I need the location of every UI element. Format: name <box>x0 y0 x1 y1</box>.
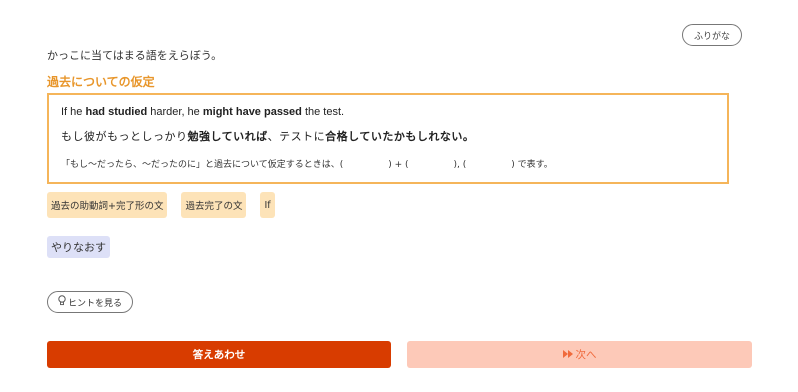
example-japanese-bold: 勉強していれば <box>187 130 268 143</box>
next-button-label: 次へ <box>575 349 597 361</box>
grammar-note: 「もし～だったら、～だったのに」と過去について仮定するときは、( ) + ( )… <box>61 160 553 170</box>
hint-button-label: ヒントを見る <box>67 298 122 309</box>
example-box: If he had studied harder, he might have … <box>47 93 729 184</box>
choice-list: 過去の助動詞+完了形の文 過去完了の文 If <box>47 192 275 218</box>
choice-chip[interactable]: 過去の助動詞+完了形の文 <box>47 192 168 218</box>
example-english: If he had studied harder, he might have … <box>61 106 344 118</box>
instruction-text: かっこに当てはまる語をえらぼう。 <box>47 49 223 62</box>
lightbulb-icon <box>58 295 66 309</box>
example-japanese-part: もし彼がもっとしっかり <box>61 130 188 143</box>
furigana-toggle-button[interactable]: ふりがな <box>682 24 742 46</box>
choice-chip[interactable]: If <box>260 192 275 218</box>
choice-chip[interactable]: 過去完了の文 <box>181 192 247 218</box>
hint-button[interactable]: ヒントを見る <box>47 291 133 313</box>
example-english-part: the test. <box>301 106 345 118</box>
example-english-part: harder, he <box>147 106 203 118</box>
fast-forward-icon <box>562 349 574 361</box>
example-english-part: If he <box>61 106 86 118</box>
example-japanese-bold: 合格していたかもしれない。 <box>325 130 475 143</box>
check-answer-button[interactable]: 答えあわせ <box>47 341 391 368</box>
section-title: 過去についての仮定 <box>47 75 155 89</box>
example-english-bold: had studied <box>85 106 148 118</box>
example-english-bold: might have passed <box>202 106 302 118</box>
example-japanese-part: 、テストに <box>267 130 326 143</box>
example-japanese: もし彼がもっとしっかり勉強していれば、テストに合格していたかもしれない。 <box>61 128 474 144</box>
redo-button[interactable]: やりなおす <box>47 236 110 258</box>
next-button[interactable]: 次へ <box>407 341 752 368</box>
